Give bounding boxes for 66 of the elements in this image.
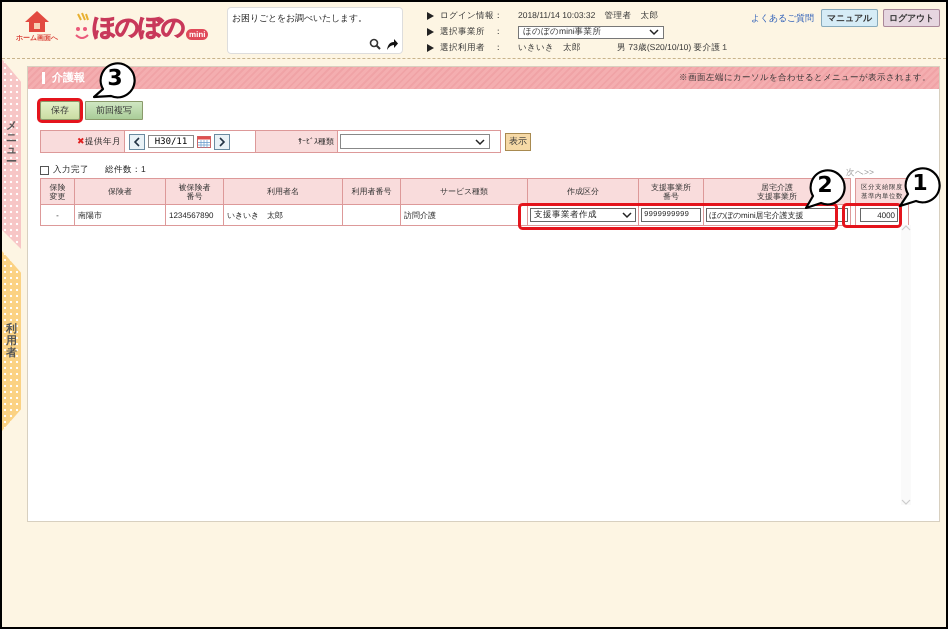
column-header: 保険者 (108, 187, 132, 196)
table-cell: 1234567890 (166, 204, 224, 226)
column-header: サービス種類 (440, 187, 488, 196)
chevron-down-icon (622, 211, 632, 219)
help-search-field[interactable]: お困りごとをお調べいたします。 (227, 7, 403, 54)
logo-badge: mini (186, 29, 208, 40)
callout-number: 1 (911, 171, 929, 197)
info-label: 選択事業所 ： (440, 26, 504, 38)
show-button[interactable]: 表示 (505, 132, 531, 150)
chevron-down-icon (649, 28, 659, 36)
column-header: 利用者名 (267, 187, 299, 196)
save-button[interactable]: 保存 (40, 101, 80, 120)
bullet-icon (427, 12, 434, 20)
creation-type-select[interactable]: 支援事業者作成 (530, 208, 636, 222)
table-cell: 訪問介護 (400, 204, 528, 226)
page-title: 介護報 (42, 72, 85, 84)
column-header: 支援事業所 (757, 192, 797, 200)
next-month-button[interactable] (214, 134, 230, 150)
table-input-field[interactable]: 4000 (860, 208, 898, 222)
callout-number: 2 (816, 173, 834, 199)
info-label: ログイン情報： (440, 10, 504, 22)
faq-link[interactable]: よくあるご質問 (751, 12, 814, 24)
copy-previous-button[interactable]: 前回複写 (85, 101, 143, 120)
highlight-frame (842, 203, 902, 228)
info-value: 2018/11/14 10:03:32 管理者 太郎 (518, 10, 658, 22)
forward-arrow-icon[interactable] (385, 38, 399, 51)
callout-number: 3 (106, 66, 124, 92)
user-tab[interactable]: 利用者 (6, 322, 17, 360)
month-field[interactable]: H30/11 (148, 135, 194, 148)
chevron-down-icon (475, 138, 485, 146)
menu-hint: ※画面左端にカーソルを合わせるとメニューが表示されます。 (679, 72, 931, 84)
info-detail: 男 73歳(S20/10/10) 要介護１ (617, 42, 730, 54)
service-type-label: ｻｰﾋﾞｽ種類 (298, 136, 334, 147)
info-value: いきいき 太郎 (518, 42, 581, 54)
complete-checkbox[interactable] (40, 166, 49, 174)
column-header: 被保険者 (178, 182, 210, 192)
office-select[interactable]: ほのぼのmini事業所 (518, 26, 664, 38)
previous-month-button[interactable] (129, 134, 145, 150)
column-header: 支援事業所 (651, 182, 691, 192)
table-input-field[interactable]: ほのぼのmini居宅介護支援 (706, 208, 848, 222)
column-header: 変更 (50, 192, 66, 200)
column-header: 居宅介護 (761, 182, 793, 192)
table-cell: いきいき 太郎 (224, 204, 342, 226)
info-label: 選択利用者 ： (440, 42, 504, 54)
chevron-left-icon (133, 136, 141, 146)
chevron-right-icon (218, 136, 226, 146)
column-header: 番号 (186, 192, 202, 200)
logout-button[interactable]: ログアウト (883, 9, 940, 27)
menu-tab[interactable]: メニュー (6, 120, 17, 168)
home-icon (23, 8, 51, 33)
table-cell: - (40, 204, 74, 226)
bullet-icon (427, 28, 434, 36)
total-count: 総件数：1 (105, 164, 146, 176)
calendar-icon[interactable] (197, 136, 211, 148)
column-header: 保険 (50, 182, 66, 192)
column-header: 利用者番号 (352, 187, 392, 196)
bullet-icon (427, 44, 434, 52)
search-icon[interactable] (369, 38, 381, 50)
column-header: 番号 (663, 192, 679, 200)
month-label: ✖提供年月 (77, 136, 121, 148)
manual-button[interactable]: マニュアル (821, 9, 878, 27)
table-cell: 南陽市 (74, 204, 166, 226)
service-type-select[interactable] (340, 134, 490, 149)
column-header: 作成区分 (567, 187, 599, 196)
logo-text: ほのぼの (92, 14, 184, 42)
complete-label: 入力完了 (53, 164, 89, 176)
